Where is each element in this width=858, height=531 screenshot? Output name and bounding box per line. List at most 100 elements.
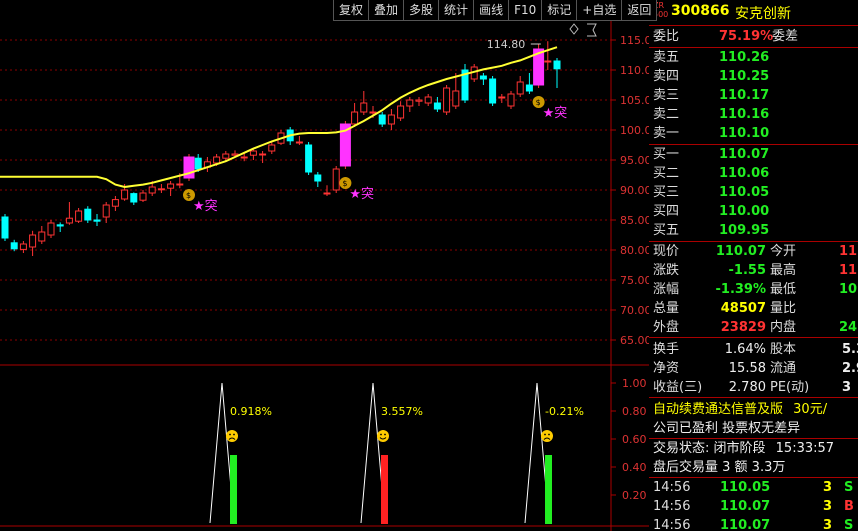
quote-row: 现价 110.07 今开 11	[649, 242, 858, 261]
quote-value: 23829	[720, 320, 766, 335]
fund-label-2: PE(动)	[770, 380, 810, 395]
chart-toolbar: 复权 叠加 多股 统计 画线 F10 标记 +自选 返回	[333, 0, 658, 21]
tick-time: 14:56	[653, 480, 691, 495]
fund-row: 收益(三) 2.780 PE(动) 3	[649, 378, 858, 397]
candle-body	[305, 144, 313, 173]
candle-body	[498, 96, 506, 99]
ask-price: 110.25	[719, 69, 770, 84]
candle-body	[75, 210, 83, 222]
sub-percent-label: -0.21%	[545, 405, 584, 418]
candle-body	[433, 102, 441, 110]
candle-body	[102, 204, 110, 218]
toolbar-button-7[interactable]: +自选	[577, 0, 623, 21]
quote-value: 110.07	[715, 244, 766, 259]
quote-label-2: 最低	[770, 282, 797, 297]
face-eye	[380, 433, 382, 436]
candle-body	[130, 193, 138, 203]
kline-chart[interactable]: 115.0 110.0 105.0 100.0 95.00 90.00 85.00 80.00…	[0, 0, 649, 531]
ask-price: 110.26	[719, 50, 770, 65]
face-eye	[233, 433, 235, 436]
candle-body	[387, 114, 395, 125]
fund-row: 净资 15.58 流通 2.9	[649, 359, 858, 378]
candle-body	[167, 183, 175, 189]
candle-body	[10, 242, 18, 250]
quote-label: 涨跌	[653, 263, 680, 278]
candle-body	[351, 111, 359, 125]
bid-label: 买一	[653, 147, 680, 162]
quote-row: 涨幅 -1.39% 最低 10	[649, 280, 858, 299]
signal-label: ★突	[193, 198, 218, 214]
tick-volume: 3	[823, 480, 833, 495]
ad-banner[interactable]: 自动续费通达信普及版 30元/	[649, 400, 858, 419]
ask-row: 卖二 110.16	[649, 105, 858, 124]
toolbar-button-5[interactable]: F10	[509, 0, 543, 21]
happy-face-icon	[377, 430, 389, 442]
fund-label: 收益(三)	[653, 380, 703, 395]
tick-side: B	[844, 499, 854, 514]
candle-body	[516, 81, 524, 95]
bid-label: 买五	[653, 223, 680, 238]
sad-face-icon	[541, 430, 553, 442]
quote-row: 外盘 23829 内盘 24	[649, 318, 858, 337]
ask-label: 卖三	[653, 88, 680, 103]
candle-body	[397, 105, 405, 119]
fund-value: 15.58	[728, 361, 766, 376]
sub-tick-label: 0.40	[622, 461, 647, 474]
candle-body	[38, 231, 46, 242]
ask-price: 110.10	[719, 126, 770, 141]
expand-icon	[587, 23, 597, 37]
candle-body	[424, 96, 432, 104]
candle-body	[56, 224, 64, 227]
fund-value: 2.780	[728, 380, 766, 395]
quote-label-2: 内盘	[770, 320, 797, 335]
ask-book: 卖五 110.26 卖四 110.25 卖三 110.17 卖二 110.16 卖一 110.10	[649, 48, 858, 145]
ask-label: 卖二	[653, 107, 680, 122]
quote-label: 现价	[653, 244, 680, 259]
candle-body	[259, 153, 267, 156]
bid-row: 买五 109.95	[649, 221, 858, 240]
tick-row: 14:56 110.07 3 B	[649, 497, 858, 516]
candle-body	[65, 217, 73, 224]
fund-value-2: 3	[842, 380, 852, 395]
sub-bar	[230, 455, 237, 524]
ask-label: 卖五	[653, 50, 680, 65]
tick-row: 14:56 110.05 3 S	[649, 478, 858, 497]
candle-body	[222, 153, 230, 159]
fundamental-grid: 换手 1.64% 股本 5.3 净资 15.58 流通 2.9 收益(三) 2.780 PE(动) 3	[649, 338, 858, 398]
sub-tick-label: 1.00	[622, 377, 647, 390]
quote-row: 总量 48507 量比	[649, 299, 858, 318]
y-tick-label: 105.0	[620, 94, 649, 107]
weibi-label: 委比	[653, 29, 680, 44]
toolbar-button-2[interactable]: 多股	[404, 0, 440, 21]
candle-body	[93, 219, 101, 222]
candle-body	[1, 216, 9, 239]
candle-body	[360, 102, 368, 113]
trade-status: 交易状态: 闭市阶段 15:33:57	[649, 439, 858, 458]
candle-body	[121, 189, 129, 200]
notice: 公司已盈利 投票权无差异	[649, 419, 858, 439]
y-tick-label: 80.00	[620, 244, 649, 257]
toolbar-button-4[interactable]: 画线	[474, 0, 510, 21]
candle-body	[176, 183, 184, 186]
y-tick-label: 110.0	[620, 64, 649, 77]
bid-row: 买三 110.05	[649, 183, 858, 202]
fund-value: 1.64%	[724, 342, 766, 357]
toolbar-button-6[interactable]: 标记	[542, 0, 578, 21]
toolbar-button-0[interactable]: 复权	[333, 0, 370, 21]
quote-value-2: 24	[839, 320, 858, 335]
quote-grid: 现价 110.07 今开 11 涨跌 -1.55 最高 11 涨幅 -1.39% 最低 10 总量 485…	[649, 242, 858, 338]
ask-row: 卖五 110.26	[649, 48, 858, 67]
candle-body	[213, 156, 221, 164]
quote-panel: ZR 500 300866 安克创新 委比 75.19% 委差 卖五 110.26 卖…	[649, 0, 858, 531]
toolbar-button-8[interactable]: 返回	[622, 0, 658, 21]
candle-body	[332, 168, 340, 191]
toolbar-button-1[interactable]: 叠加	[369, 0, 405, 21]
candle-body	[47, 222, 55, 236]
quote-value: -1.55	[728, 263, 766, 278]
fund-value-2: 5.3	[842, 342, 858, 357]
toolbar-button-3[interactable]: 统计	[439, 0, 475, 21]
candle-body	[323, 192, 331, 195]
candle-body	[369, 111, 377, 114]
bid-row: 买四 110.00	[649, 202, 858, 221]
ask-label: 卖四	[653, 69, 680, 84]
